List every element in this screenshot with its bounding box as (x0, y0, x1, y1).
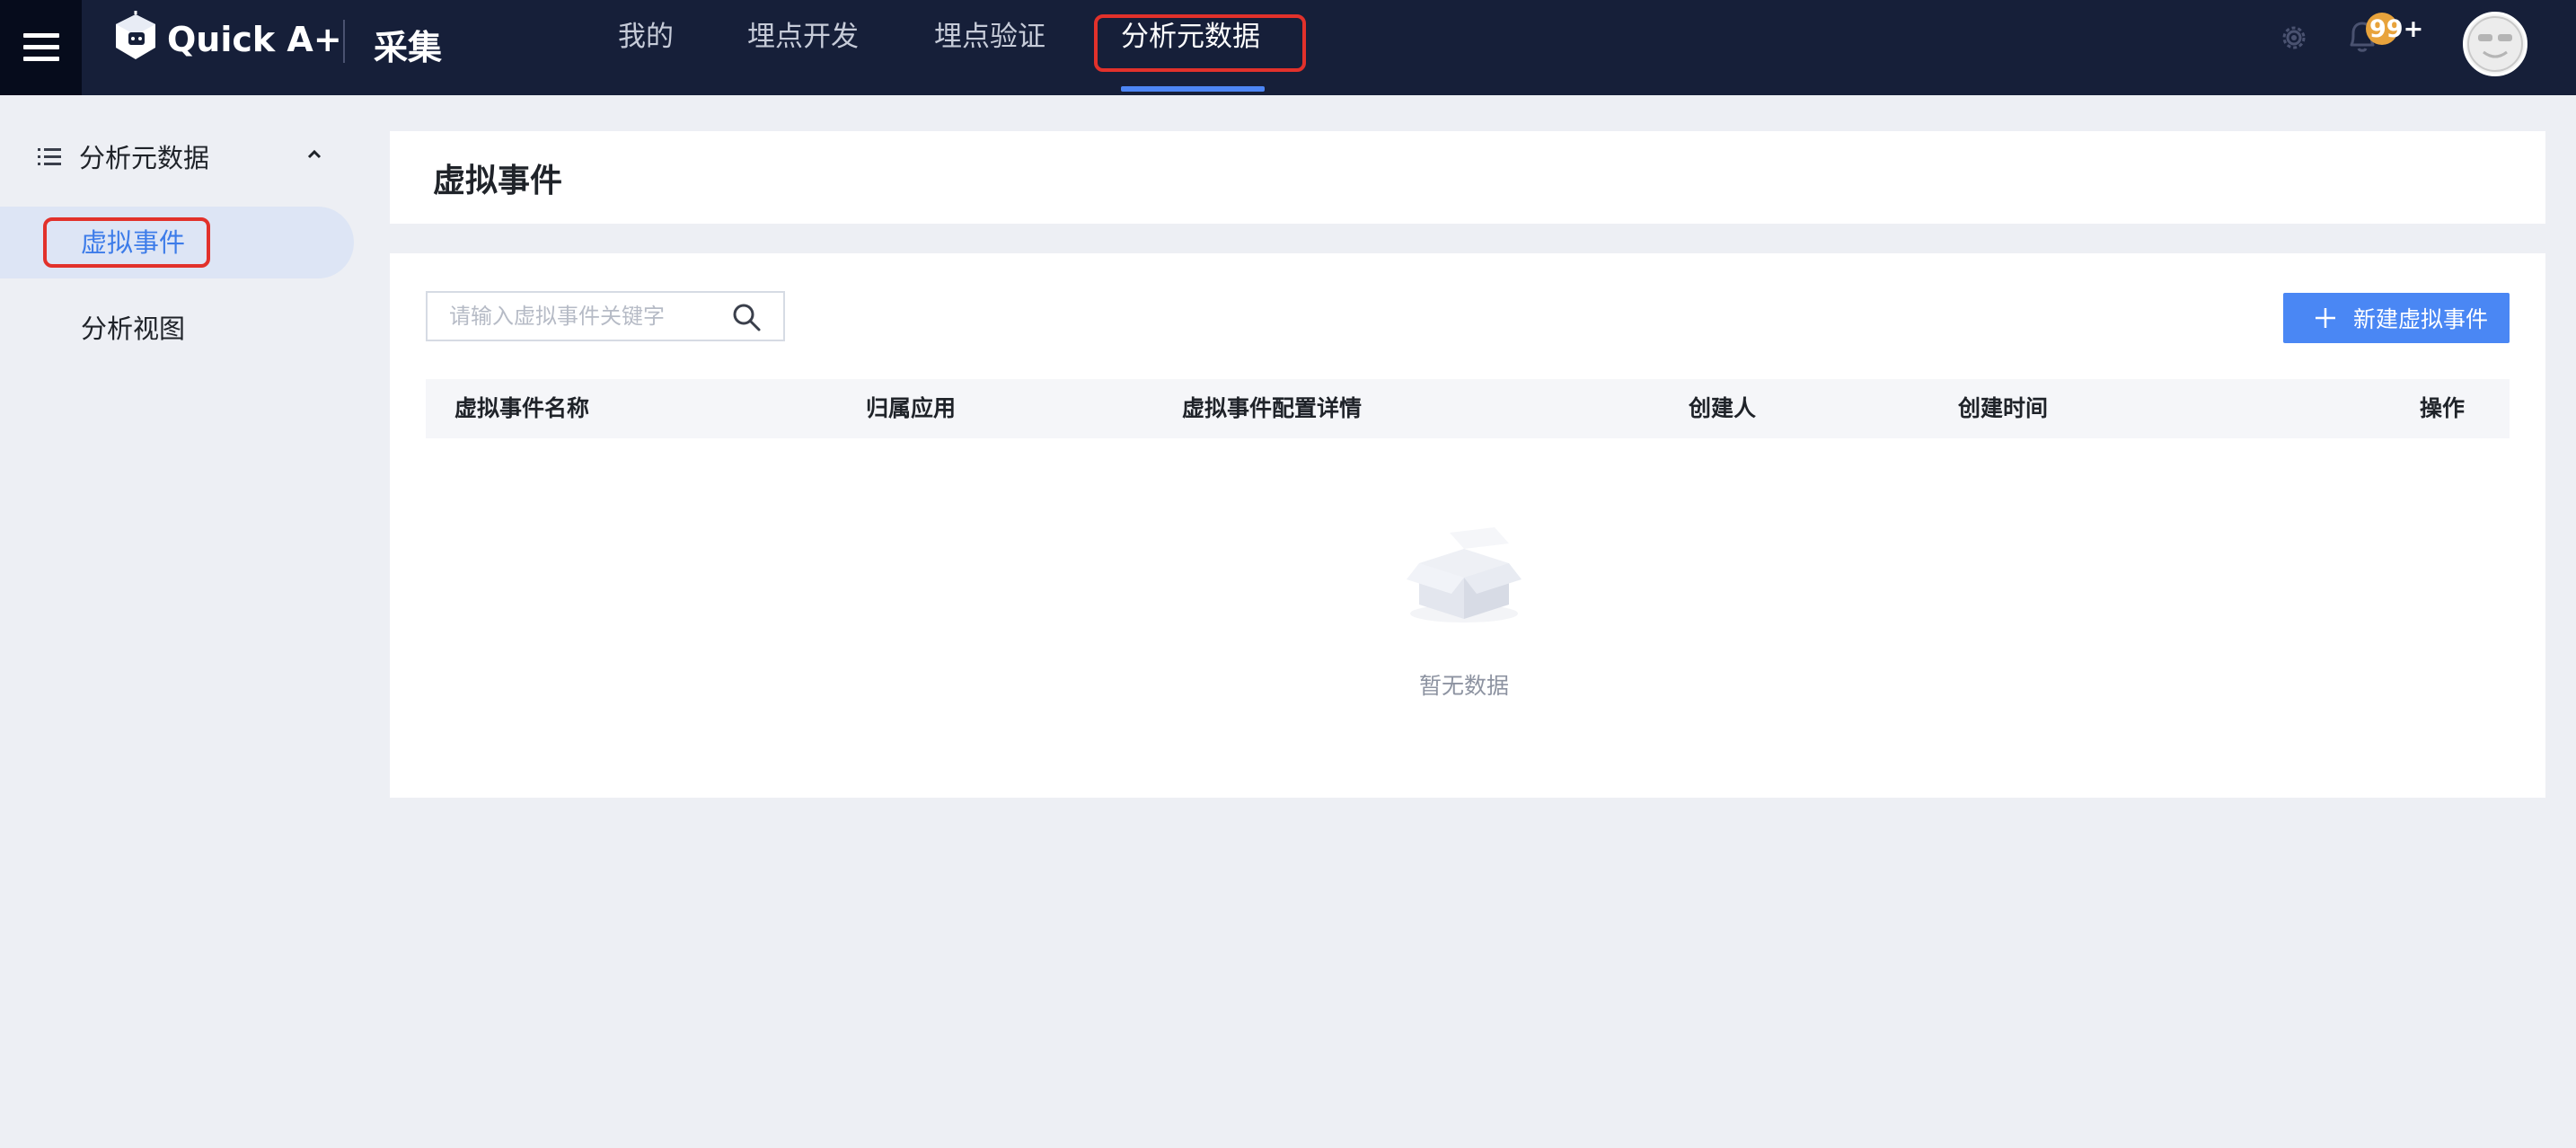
sidebar-group-label: 分析元数据 (79, 143, 210, 173)
search-input[interactable] (428, 293, 724, 340)
new-virtual-event-button[interactable]: 新建虚拟事件 (2283, 293, 2510, 343)
empty-box-icon (1407, 527, 1522, 623)
content-panel: 新建虚拟事件 虚拟事件名称 归属应用 虚拟事件配置详情 创建人 创建时间 操作 … (390, 253, 2545, 798)
menu-button[interactable] (0, 0, 82, 95)
search-icon[interactable] (731, 302, 762, 332)
column-header-event-name: 虚拟事件名称 (454, 395, 590, 421)
page-title: 虚拟事件 (433, 162, 563, 199)
column-header-created-time: 创建时间 (1958, 395, 2049, 421)
highlight-box-tab (1094, 14, 1306, 72)
empty-state-text: 暂无数据 (1418, 673, 1509, 699)
active-tab-indicator (1121, 86, 1265, 92)
brand-divider (343, 20, 345, 63)
notification-count: 99+ (2369, 14, 2424, 43)
search-box (426, 291, 785, 341)
table-header: 虚拟事件名称 归属应用 虚拟事件配置详情 创建人 创建时间 操作 (426, 379, 2510, 438)
list-icon (38, 148, 61, 165)
tab-tracking-verification[interactable]: 埋点验证 (934, 16, 1045, 70)
sidebar-group-analysis-metadata[interactable]: 分析元数据 (36, 137, 332, 176)
logo-icon (116, 11, 155, 59)
gear-icon[interactable] (2278, 22, 2310, 54)
page-header: 虚拟事件 (390, 131, 2545, 224)
brand-name[interactable]: Quick A+ (167, 20, 342, 59)
chevron-up-icon[interactable] (304, 144, 325, 165)
plus-icon (2316, 308, 2335, 328)
tab-mine[interactable]: 我的 (618, 16, 674, 70)
column-header-config-details: 虚拟事件配置详情 (1182, 395, 1363, 421)
new-virtual-event-label: 新建虚拟事件 (2353, 306, 2489, 332)
column-header-app: 归属应用 (866, 395, 957, 421)
highlight-box-sidebar (43, 217, 210, 268)
column-header-creator: 创建人 (1689, 395, 1757, 421)
module-name: 采集 (374, 28, 443, 67)
sidebar-item-analysis-views[interactable]: 分析视图 (0, 293, 354, 365)
tab-tracking-development[interactable]: 埋点开发 (747, 16, 859, 70)
avatar[interactable] (2463, 12, 2527, 76)
avatar-face-icon (2467, 16, 2523, 72)
top-navigation-bar: Quick A+ 采集 我的 埋点开发 埋点验证 分析元数据 99+ (0, 0, 2576, 95)
column-header-actions: 操作 (2420, 395, 2466, 421)
notification-badge: 99+ (2366, 13, 2427, 45)
menu-icon (22, 33, 59, 62)
